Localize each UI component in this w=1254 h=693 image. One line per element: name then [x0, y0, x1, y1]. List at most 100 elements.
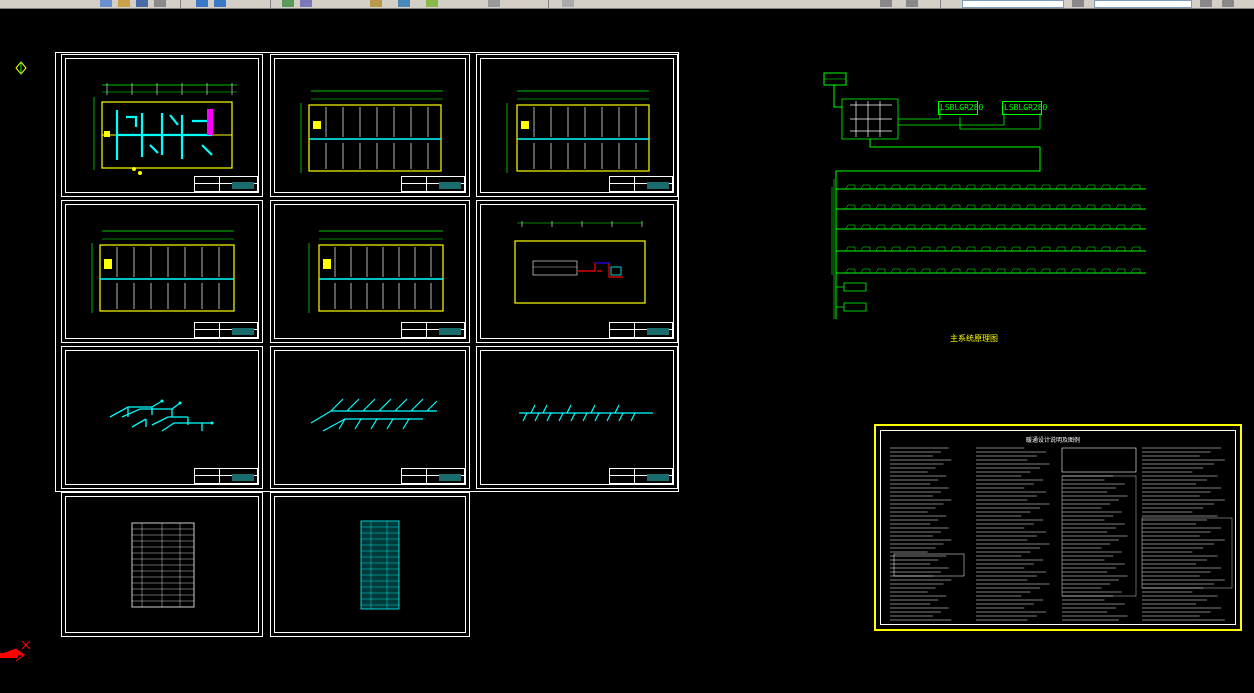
indoor-unit-symbol — [965, 204, 976, 210]
indoor-unit-symbol — [1130, 246, 1141, 252]
indoor-unit-symbol — [995, 224, 1006, 230]
indoor-unit-symbol — [890, 268, 901, 274]
indoor-unit-symbol — [1010, 204, 1021, 210]
indoor-unit-symbol — [1055, 224, 1066, 230]
redo-icon[interactable] — [214, 0, 226, 7]
indoor-unit-symbol — [905, 204, 916, 210]
indoor-unit-symbol — [935, 204, 946, 210]
sheet-axonometric-3[interactable] — [476, 346, 678, 489]
indoor-unit-symbol — [1100, 224, 1111, 230]
indoor-unit-symbol — [875, 268, 886, 274]
toolbar — [0, 0, 1254, 9]
indoor-unit-symbol — [980, 268, 991, 274]
new-icon[interactable] — [100, 0, 112, 7]
zoom-icon[interactable] — [300, 0, 312, 7]
indoor-unit-symbol — [1055, 184, 1066, 190]
indoor-unit-symbol — [1055, 204, 1066, 210]
undo-icon[interactable] — [196, 0, 208, 7]
indoor-unit-symbol — [1055, 246, 1066, 252]
sheet-floor-plan-2[interactable] — [270, 54, 470, 197]
block-icon[interactable] — [488, 0, 500, 7]
zoom-window-icon[interactable] — [880, 0, 892, 7]
outdoor-unit-1: LSBLGR280 — [938, 101, 983, 115]
layer-state-icon[interactable] — [562, 0, 574, 7]
indoor-unit-symbol — [845, 268, 856, 274]
indoor-unit-symbol — [1115, 184, 1126, 190]
sheet-floor-plan-4[interactable] — [61, 200, 263, 343]
indoor-unit-symbol — [1025, 204, 1036, 210]
indoor-unit-symbol — [1070, 204, 1081, 210]
more-icon[interactable] — [1222, 0, 1234, 7]
indoor-unit-symbol — [965, 246, 976, 252]
indoor-unit-symbol — [1085, 246, 1096, 252]
indoor-unit-symbol — [995, 268, 1006, 274]
sheet-axonometric-1[interactable] — [61, 346, 263, 489]
indoor-unit-symbol — [845, 246, 856, 252]
indoor-unit-symbol — [1070, 184, 1081, 190]
sheet-floor-plan-5[interactable] — [270, 200, 470, 343]
dim-style-icon[interactable] — [1072, 0, 1084, 7]
pan-icon[interactable] — [282, 0, 294, 7]
indoor-unit-symbol — [920, 204, 931, 210]
properties-icon[interactable] — [370, 0, 382, 7]
indoor-unit-symbol — [980, 204, 991, 210]
indoor-unit-symbol — [1055, 268, 1066, 274]
save-icon[interactable] — [136, 0, 148, 7]
indoor-unit-symbol — [1100, 268, 1111, 274]
indoor-unit-symbol — [905, 224, 916, 230]
indoor-unit-symbol — [860, 184, 871, 190]
indoor-unit-symbol — [1070, 224, 1081, 230]
riser-diagram[interactable]: LSBLGR280 LSBLGR280 主系统原理图 — [820, 69, 1160, 349]
print-icon[interactable] — [154, 0, 166, 7]
outdoor-unit-2: LSBLGR280 — [1002, 101, 1047, 115]
open-icon[interactable] — [118, 0, 130, 7]
indoor-unit-symbol — [1100, 204, 1111, 210]
sheet-equipment-table[interactable] — [61, 492, 263, 637]
indoor-unit-symbol — [935, 184, 946, 190]
layer-combo[interactable] — [962, 0, 1064, 8]
indoor-unit-symbol — [860, 204, 871, 210]
match-icon[interactable] — [426, 0, 438, 7]
indoor-unit-symbol — [965, 184, 976, 190]
indoor-unit-symbol — [995, 184, 1006, 190]
indoor-unit-symbol — [890, 184, 901, 190]
indoor-unit-symbol — [905, 268, 916, 274]
sheet-system-schematic[interactable] — [476, 200, 678, 343]
indoor-unit-symbol — [1085, 268, 1096, 274]
sheet-floor-plan-3[interactable] — [476, 54, 678, 197]
indoor-unit-symbol — [1115, 246, 1126, 252]
sheet-floor-plan-1[interactable] — [61, 54, 263, 197]
sheet-design-notes[interactable]: 暖通设计说明及图例 — [874, 424, 1242, 631]
drawing-canvas[interactable]: LSBLGR280 LSBLGR280 主系统原理图 暖通设计说明及图例 — [0, 9, 1254, 693]
style-combo[interactable] — [1094, 0, 1192, 8]
indoor-unit-symbol — [875, 184, 886, 190]
indoor-unit-symbol — [920, 224, 931, 230]
indoor-unit-symbol — [1025, 184, 1036, 190]
indoor-unit-symbol — [1040, 204, 1051, 210]
indoor-unit-symbol — [905, 184, 916, 190]
text-style-icon[interactable] — [1200, 0, 1212, 7]
sheet-material-list[interactable] — [270, 492, 470, 637]
indoor-unit-symbol — [920, 246, 931, 252]
zoom-previous-icon[interactable] — [906, 0, 918, 7]
indoor-unit-symbol — [1100, 246, 1111, 252]
indoor-unit-symbol — [875, 246, 886, 252]
indoor-unit-symbol — [980, 184, 991, 190]
indoor-unit-symbol — [1085, 184, 1096, 190]
indoor-unit-symbol — [1115, 204, 1126, 210]
indoor-unit-symbol — [845, 224, 856, 230]
layer-icon[interactable] — [398, 0, 410, 7]
indoor-unit-symbol — [1130, 268, 1141, 274]
sheet-axonometric-2[interactable] — [270, 346, 470, 489]
indoor-unit-symbol — [1025, 268, 1036, 274]
indoor-unit-symbol — [950, 204, 961, 210]
indoor-unit-symbol — [1115, 224, 1126, 230]
indoor-unit-symbol — [995, 204, 1006, 210]
indoor-unit-symbol — [1010, 246, 1021, 252]
indoor-unit-symbol — [845, 204, 856, 210]
indoor-unit-symbol — [1040, 224, 1051, 230]
indoor-unit-symbol — [1070, 246, 1081, 252]
indoor-unit-symbol — [1115, 268, 1126, 274]
indoor-unit-symbol — [995, 246, 1006, 252]
indoor-unit-symbol — [860, 268, 871, 274]
